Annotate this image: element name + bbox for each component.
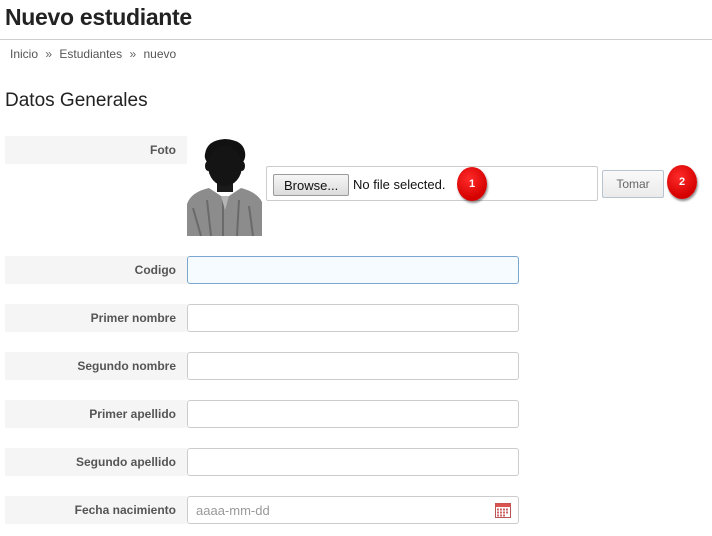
primer-apellido-label: Primer apellido — [5, 400, 187, 428]
segundo-apellido-label: Segundo apellido — [5, 448, 187, 476]
breadcrumb-item-current: nuevo — [143, 47, 177, 61]
primer-apellido-input[interactable] — [187, 400, 519, 428]
breadcrumb-separator: » — [129, 47, 137, 61]
breadcrumb: Inicio » Estudiantes » nuevo — [10, 47, 176, 61]
breadcrumb-item-inicio[interactable]: Inicio — [10, 47, 38, 61]
annotation-badge-1: 1 — [457, 167, 487, 201]
browse-button[interactable]: Browse... — [273, 174, 350, 196]
page-title: Nuevo estudiante — [5, 4, 192, 30]
segundo-nombre-input[interactable] — [187, 352, 519, 380]
primer-nombre-label: Primer nombre — [5, 304, 187, 332]
annotation-badge-2: 2 — [667, 165, 697, 199]
student-photo — [187, 136, 262, 236]
calendar-icon[interactable] — [495, 502, 511, 518]
foto-label: Foto — [5, 136, 187, 164]
segundo-apellido-input[interactable] — [187, 448, 519, 476]
file-status-text: No file selected. — [353, 177, 446, 192]
file-upload-field[interactable]: Browse... No file selected. — [266, 166, 598, 201]
fecha-nacimiento-label: Fecha nacimiento — [5, 496, 187, 524]
section-title: Datos Generales — [5, 90, 148, 111]
primer-nombre-input[interactable] — [187, 304, 519, 332]
take-photo-button[interactable]: Tomar — [602, 170, 664, 198]
codigo-label: Codigo — [5, 256, 187, 284]
codigo-input[interactable] — [187, 256, 519, 284]
title-divider — [0, 39, 712, 40]
fecha-nacimiento-input[interactable] — [187, 496, 519, 524]
breadcrumb-item-estudiantes[interactable]: Estudiantes — [59, 47, 122, 61]
segundo-nombre-label: Segundo nombre — [5, 352, 187, 380]
breadcrumb-separator: » — [45, 47, 53, 61]
person-silhouette-icon — [187, 136, 262, 236]
